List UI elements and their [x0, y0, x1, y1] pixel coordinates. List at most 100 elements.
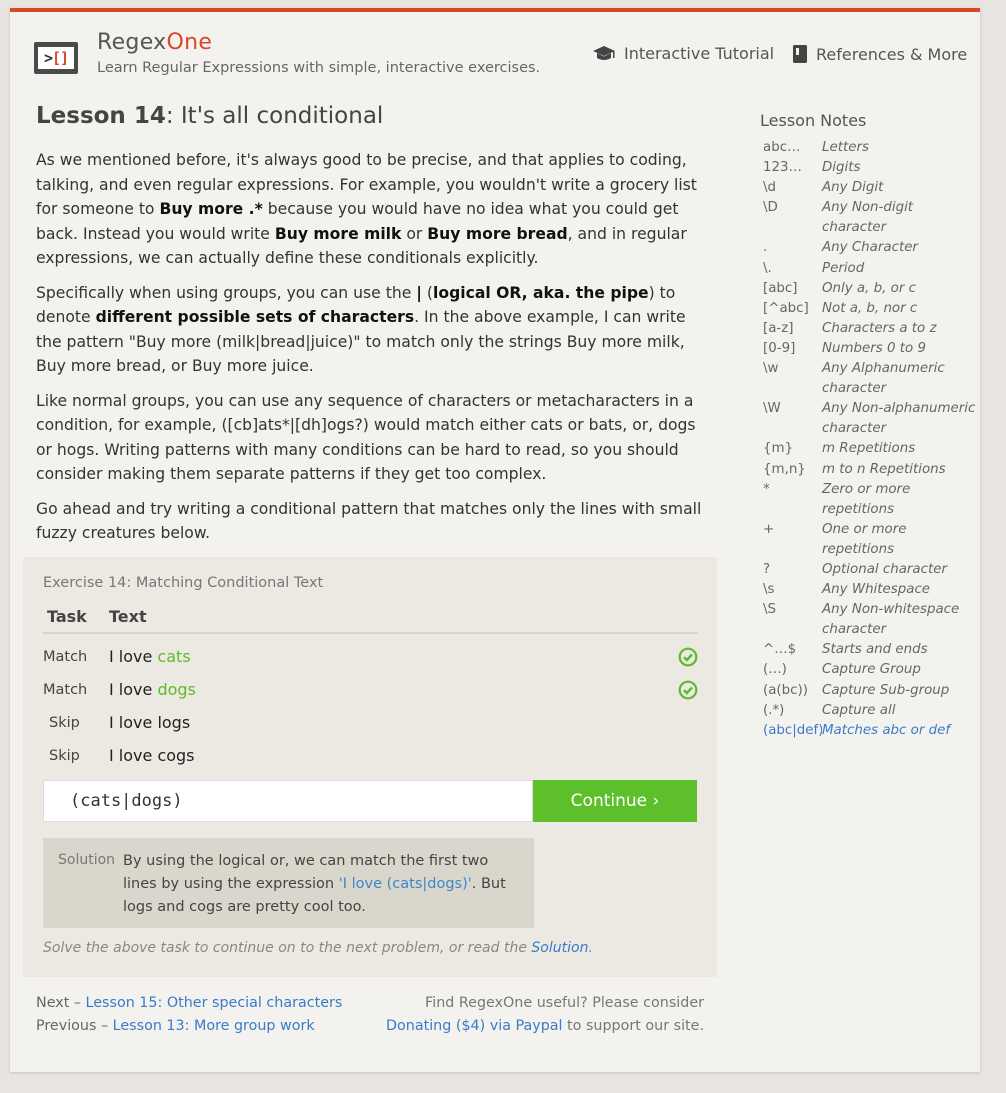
note-value: Characters a to z: [822, 320, 937, 336]
lesson-note-item: \. Period: [763, 259, 978, 279]
note-key: [a-z]: [763, 320, 794, 336]
lesson-navigation: Next – Lesson 15: Other special characte…: [36, 995, 343, 1034]
note-key: [^abc]: [763, 300, 809, 316]
logo-icon[interactable]: >[]: [34, 42, 78, 74]
brand-name[interactable]: RegexOne: [97, 30, 212, 55]
lesson-note-item: \S Any Non-whitespace character: [763, 600, 978, 640]
note-value: Zero or more repetitions: [822, 481, 911, 517]
note-value: Numbers 0 to 9: [822, 340, 927, 356]
lesson-note-item: \W Any Non-alphanumeric character: [763, 399, 978, 439]
task-label: Skip: [49, 747, 80, 764]
note-key: {m,n}: [763, 461, 806, 477]
note-value: Any Character: [822, 240, 918, 256]
lesson-paragraph: Go ahead and try writing a conditional p…: [36, 499, 702, 543]
donate-message: Find RegexOne useful? Please consider Do…: [386, 995, 704, 1034]
lesson-note-item: abc… Letters: [763, 138, 978, 158]
nav-references[interactable]: References & More: [792, 44, 967, 64]
lesson-note-item: \d Any Digit: [763, 178, 978, 198]
regex-input-wrapper: [43, 780, 533, 822]
note-value: Capture all: [822, 702, 896, 718]
note-key: \w: [763, 361, 779, 377]
note-key: (.*): [763, 702, 785, 718]
note-key: [0-9]: [763, 340, 796, 356]
column-text: Text: [109, 607, 147, 626]
note-key: [abc]: [763, 280, 798, 296]
continue-button[interactable]: Continue ›: [533, 780, 697, 822]
note-key: .: [763, 240, 768, 256]
lesson-paragraph: As we mentioned before, it's always good…: [36, 151, 697, 267]
lesson-note-item: (.*) Capture all: [763, 701, 978, 721]
note-value: Period: [822, 260, 865, 276]
note-value: Any Non-whitespace character: [822, 602, 960, 638]
next-lesson-link[interactable]: Lesson 15: Other special characters: [86, 995, 343, 1011]
note-value: Not a, b, nor c: [822, 300, 918, 316]
nav-interactive-tutorial[interactable]: Interactive Tutorial: [592, 44, 774, 63]
note-key: 123…: [763, 160, 802, 176]
note-value: m Repetitions: [822, 441, 916, 457]
task-text: I love dogs: [109, 680, 196, 699]
lesson-note-item: [^abc] Not a, b, nor c: [763, 299, 978, 319]
lesson-note-item: ? Optional character: [763, 560, 978, 580]
note-value: Any Whitespace: [822, 582, 931, 598]
note-value: m to n Repetitions: [822, 461, 946, 477]
check-circle-icon: [678, 647, 698, 667]
solution-text: By using the logical or, we can match th…: [123, 853, 506, 915]
note-value: One or more repetitions: [822, 521, 907, 557]
lesson-paragraph: Specifically when using groups, you can …: [36, 283, 686, 376]
note-key: \S: [763, 602, 777, 618]
note-key: {m}: [763, 441, 794, 457]
table-row: Skip I love logs: [43, 706, 698, 739]
note-value: Only a, b, or c: [822, 280, 916, 296]
note-key: \D: [763, 200, 778, 216]
note-value: Any Non-alphanumeric character: [822, 401, 976, 437]
table-row: Match I love dogs: [43, 673, 698, 706]
lesson-paragraph: Like normal groups, you can use any sequ…: [36, 391, 696, 484]
note-key: (a(bc)): [763, 682, 808, 698]
table-row: Skip I love cogs: [43, 739, 698, 772]
lesson-note-item: (abc|def) Matches abc or def: [763, 721, 978, 741]
note-key: \W: [763, 401, 781, 417]
note-key: (…): [763, 662, 787, 678]
lesson-note-item: [abc] Only a, b, or c: [763, 279, 978, 299]
task-text: I love logs: [109, 713, 191, 732]
previous-lesson-link[interactable]: Lesson 13: More group work: [113, 1018, 315, 1034]
lesson-body: As we mentioned before, it's always good…: [36, 148, 716, 556]
note-value: Capture Sub-group: [822, 682, 950, 698]
note-value: Digits: [822, 160, 861, 176]
solution-label: Solution: [58, 852, 116, 868]
task-text: I love cats: [109, 647, 191, 666]
note-key: \s: [763, 582, 775, 598]
note-value: Any Non-digit character: [822, 200, 914, 236]
note-value: Capture Group: [822, 662, 921, 678]
note-key: \d: [763, 180, 777, 196]
note-key: ?: [763, 561, 771, 577]
lesson-note-item: + One or more repetitions: [763, 520, 978, 560]
note-key: \.: [763, 260, 772, 276]
exercise-title: Exercise 14: Matching Conditional Text: [43, 575, 324, 591]
lesson-note-item: {m} m Repetitions: [763, 439, 978, 459]
table-row: Match I love cats: [43, 640, 698, 673]
lesson-note-item: (…) Capture Group: [763, 660, 978, 680]
lesson-note-item: . Any Character: [763, 238, 978, 258]
solution-link[interactable]: Solution: [531, 940, 588, 956]
donate-link[interactable]: Donating ($4) via Paypal: [386, 1018, 562, 1034]
check-circle-icon: [678, 680, 698, 700]
lesson-note-item: 123… Digits: [763, 158, 978, 178]
note-value: Starts and ends: [822, 642, 928, 658]
lesson-note-item: * Zero or more repetitions: [763, 480, 978, 520]
note-value: Any Digit: [822, 180, 884, 196]
lesson-notes-title: Lesson Notes: [760, 111, 867, 130]
task-label: Skip: [49, 714, 80, 731]
note-key: (abc|def): [763, 722, 822, 738]
tagline: Learn Regular Expressions with simple, i…: [97, 60, 541, 76]
lesson-note-item: \w Any Alphanumeric character: [763, 359, 978, 399]
lesson-notes-list: abc… Letters 123… Digits \d Any Digit \D Any No…: [763, 138, 978, 741]
note-value: Letters: [822, 140, 869, 155]
task-label: Match: [43, 648, 88, 665]
lesson-note-item: \D Any Non-digit character: [763, 198, 978, 238]
note-key: +: [763, 521, 775, 537]
lesson-note-item: [a-z] Characters a to z: [763, 319, 978, 339]
task-text: I love cogs: [109, 746, 195, 765]
regex-input[interactable]: [44, 781, 532, 821]
lesson-note-item: (a(bc)) Capture Sub-group: [763, 681, 978, 701]
